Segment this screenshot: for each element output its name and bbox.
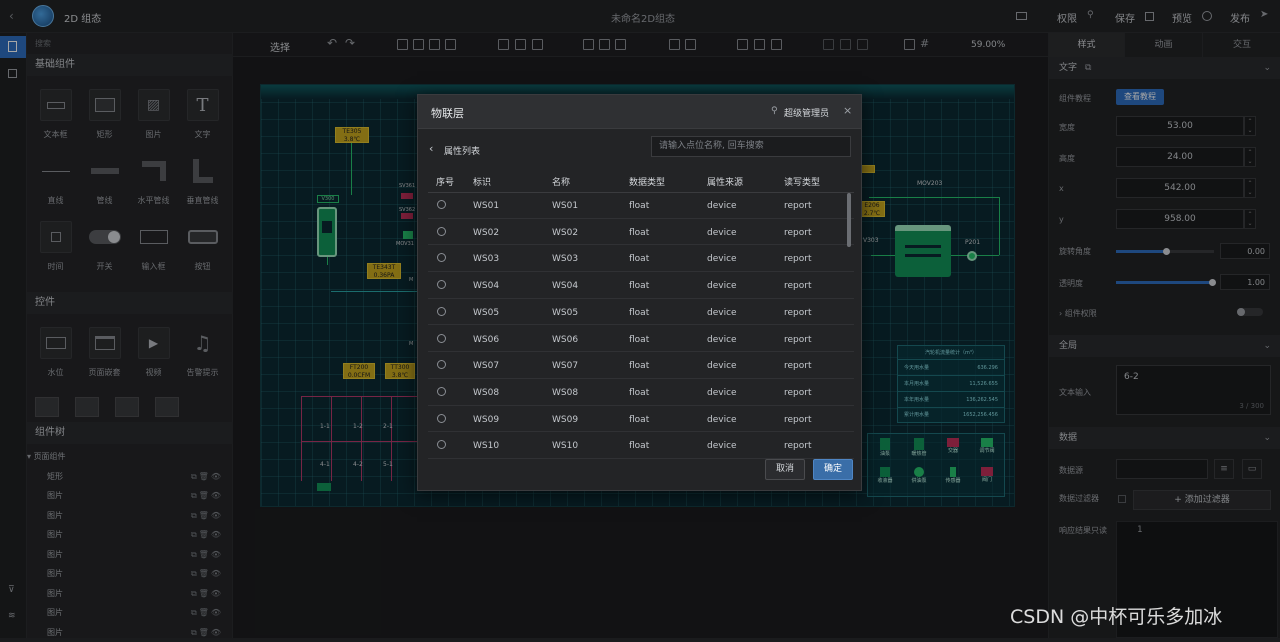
table-row[interactable]: WS04WS04floatdevicereport bbox=[428, 272, 854, 299]
table-scrollbar[interactable] bbox=[847, 193, 851, 247]
table-row[interactable]: WS07WS07floatdevicereport bbox=[428, 352, 854, 379]
table-row[interactable]: WS08WS08floatdevicereport bbox=[428, 379, 854, 406]
row-radio[interactable] bbox=[437, 227, 446, 236]
close-icon[interactable]: × bbox=[843, 104, 852, 117]
table-row[interactable]: WS03WS03floatdevicereport bbox=[428, 245, 854, 272]
dialog-title: 物联层 bbox=[431, 105, 464, 121]
col-header-source: 属性来源 bbox=[707, 175, 743, 188]
col-header-rw-type: 读写类型 bbox=[784, 175, 820, 188]
table-row[interactable]: WS01WS01floatdevicereport bbox=[428, 192, 854, 219]
table-row[interactable]: WS02WS02floatdevicereport bbox=[428, 219, 854, 246]
row-radio[interactable] bbox=[437, 200, 446, 209]
cancel-button[interactable]: 取消 bbox=[765, 459, 805, 480]
row-radio[interactable] bbox=[437, 414, 446, 423]
col-header-index: 序号 bbox=[436, 175, 454, 188]
row-radio[interactable] bbox=[437, 334, 446, 343]
iot-layer-dialog: 物联层 ⚲ 超级管理员 × ‹ 属性列表 请输入点位名称, 回车搜索 序号 标识… bbox=[417, 94, 862, 491]
attribute-list-back[interactable]: 属性列表 bbox=[444, 144, 480, 157]
watermark: CSDN @中杯可乐多加冰 bbox=[1010, 602, 1222, 629]
col-header-data-type: 数据类型 bbox=[629, 175, 665, 188]
table-row[interactable]: WS09WS09floatdevicereport bbox=[428, 406, 854, 433]
row-radio[interactable] bbox=[437, 440, 446, 449]
user-icon: ⚲ bbox=[771, 106, 778, 116]
attribute-table-body: WS01WS01floatdevicereport WS02WS02floatd… bbox=[418, 192, 861, 459]
table-row[interactable]: WS06WS06floatdevicereport bbox=[428, 326, 854, 353]
table-row[interactable]: WS10WS10floatdevicereport bbox=[428, 432, 854, 459]
row-radio[interactable] bbox=[437, 280, 446, 289]
point-search-input[interactable]: 请输入点位名称, 回车搜索 bbox=[651, 136, 851, 157]
row-radio[interactable] bbox=[437, 253, 446, 262]
table-row[interactable]: WS05WS05floatdevicereport bbox=[428, 299, 854, 326]
row-radio[interactable] bbox=[437, 360, 446, 369]
col-header-name: 名称 bbox=[552, 175, 570, 188]
row-radio[interactable] bbox=[437, 387, 446, 396]
back-chevron-icon[interactable]: ‹ bbox=[429, 142, 433, 155]
row-radio[interactable] bbox=[437, 307, 446, 316]
dialog-header: 物联层 ⚲ 超级管理员 × bbox=[418, 95, 861, 129]
col-header-id: 标识 bbox=[473, 175, 491, 188]
confirm-button[interactable]: 确定 bbox=[813, 459, 853, 480]
current-user[interactable]: 超级管理员 bbox=[784, 106, 829, 119]
